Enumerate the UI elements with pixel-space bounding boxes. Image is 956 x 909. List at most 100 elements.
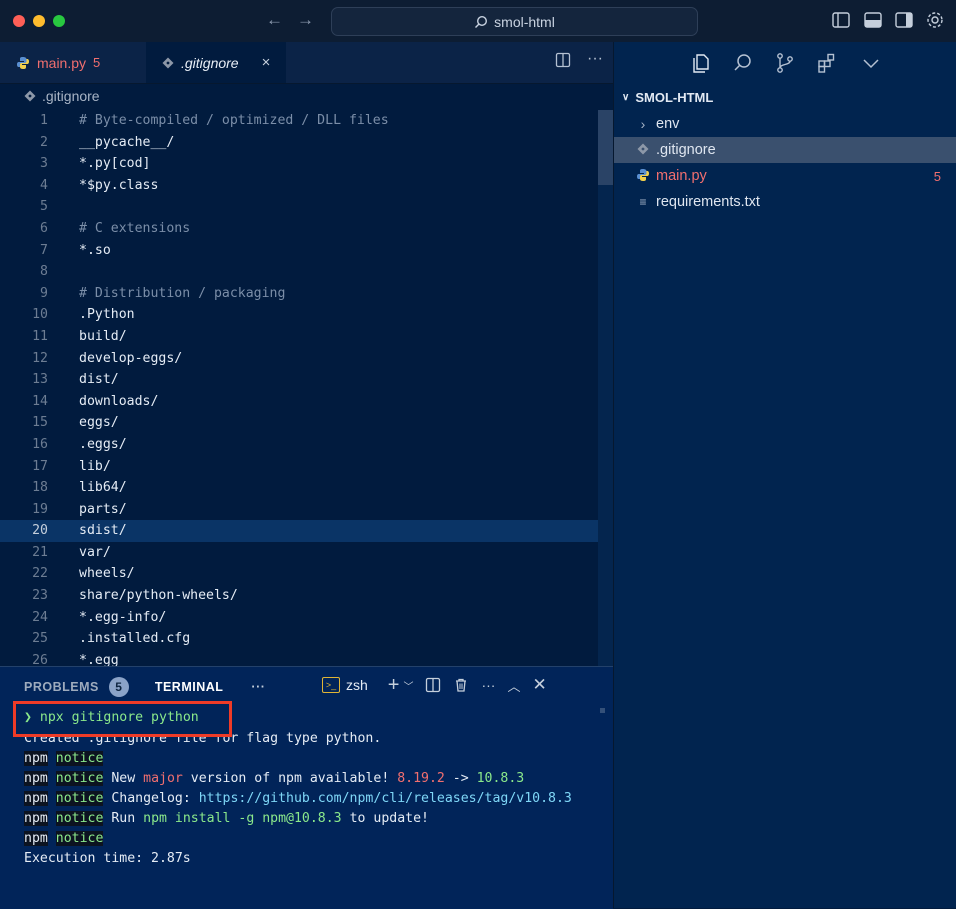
terminal-more-icon[interactable]: ··· (481, 677, 495, 693)
line-number: 10 (32, 307, 48, 323)
code-line[interactable]: 8 (0, 261, 598, 283)
tree-item-requirements[interactable]: ≡ requirements.txt (614, 189, 956, 215)
search-icon[interactable] (732, 52, 754, 74)
code-line[interactable]: 5 (0, 196, 598, 218)
tab-gitignore[interactable]: .gitignore × (146, 42, 286, 83)
tab-terminal[interactable]: TERMINAL (155, 680, 224, 694)
line-number: 18 (32, 480, 48, 496)
more-actions-icon[interactable]: ··· (587, 51, 603, 68)
code-line[interactable]: 11 build/ (0, 326, 598, 348)
editor-scrollbar[interactable] (598, 110, 613, 666)
code-line[interactable]: 2 __pycache__/ (0, 132, 598, 154)
code-line[interactable]: 24 *.egg-info/ (0, 607, 598, 629)
terminal-scroll-indicator (600, 708, 605, 713)
code-line[interactable]: 18 lib64/ (0, 477, 598, 499)
code-text: lib64/ (79, 480, 127, 496)
code-line[interactable]: 6 # C extensions (0, 218, 598, 240)
code-line[interactable]: 4 *$py.class (0, 175, 598, 197)
toggle-primary-sidebar-icon[interactable] (831, 10, 851, 30)
files-icon[interactable] (690, 52, 712, 74)
code-line[interactable]: 16 .eggs/ (0, 434, 598, 456)
breadcrumb-file[interactable]: .gitignore (42, 88, 100, 104)
split-terminal-icon[interactable] (425, 677, 441, 693)
editor-tab-bar: main.py 5 .gitignore × ··· (0, 42, 613, 84)
code-text: var/ (79, 544, 111, 560)
tree-item-label: env (656, 116, 680, 132)
code-text: eggs/ (79, 415, 119, 431)
code-line[interactable]: 3 *.py[cod] (0, 153, 598, 175)
terminal-line: npm notice (24, 831, 104, 846)
code-line[interactable]: 26 *.egg (0, 650, 598, 666)
line-number: 7 (40, 242, 48, 258)
code-line[interactable]: 23 share/python-wheels/ (0, 585, 598, 607)
line-number: 1 (40, 113, 48, 128)
text-lines-icon: ≡ (639, 195, 647, 209)
code-text: *$py.class (79, 177, 159, 193)
panel-more-icon[interactable]: ··· (251, 680, 265, 694)
tab-problems[interactable]: PROBLEMS 5 (24, 677, 129, 697)
terminal-shell-selector[interactable]: >_ zsh (322, 677, 368, 693)
sidebar-view-switcher (614, 42, 956, 84)
gear-icon[interactable] (925, 10, 945, 30)
close-panel-icon[interactable]: ✕ (533, 675, 547, 695)
terminal-line: npm notice (24, 751, 104, 766)
code-text: .Python (79, 307, 135, 323)
line-number: 6 (40, 220, 48, 236)
code-text: dist/ (79, 372, 119, 388)
code-line[interactable]: 7 *.so (0, 240, 598, 262)
new-terminal-icon[interactable]: + (388, 675, 400, 695)
changelog-link[interactable]: https://github.com/npm/cli/releases/tag/… (199, 791, 572, 806)
tab-main-py[interactable]: main.py 5 (0, 42, 146, 83)
extensions-icon[interactable] (816, 52, 838, 74)
tree-item-gitignore[interactable]: .gitignore (614, 137, 956, 163)
line-number: 23 (32, 588, 48, 604)
toggle-panel-icon[interactable] (863, 10, 883, 30)
trash-icon[interactable] (453, 677, 469, 693)
code-line[interactable]: 22 wheels/ (0, 563, 598, 585)
chevron-down-icon[interactable]: ﹀ (403, 678, 413, 693)
toggle-secondary-sidebar-icon[interactable] (894, 10, 914, 30)
code-line[interactable]: 19 parts/ (0, 499, 598, 521)
code-text: build/ (79, 328, 127, 344)
tree-item-env[interactable]: › env (614, 111, 956, 137)
forward-arrow-icon[interactable]: → (297, 10, 314, 30)
terminal-icon: >_ (322, 677, 340, 693)
back-arrow-icon[interactable]: ← (266, 10, 283, 30)
code-line[interactable]: 1 # Byte-compiled / optimized / DLL files (0, 110, 598, 132)
line-number: 3 (40, 156, 48, 172)
split-editor-icon[interactable] (555, 52, 571, 68)
code-line[interactable]: 21 var/ (0, 542, 598, 564)
code-line[interactable]: 15 eggs/ (0, 412, 598, 434)
code-text: sdist/ (79, 523, 127, 539)
window-title: smol-html (494, 13, 555, 30)
code-line[interactable]: 12 develop-eggs/ (0, 348, 598, 370)
maximize-panel-icon[interactable]: ︿ (507, 676, 520, 695)
close-tab-button[interactable]: × (262, 54, 271, 71)
code-line[interactable]: 14 downloads/ (0, 391, 598, 413)
source-control-icon[interactable] (774, 52, 796, 74)
editor-scrollbar-thumb[interactable] (598, 110, 613, 185)
code-text: *.py[cod] (79, 156, 151, 172)
explorer-folder-header[interactable]: ∨ SMOL-HTML (622, 90, 713, 105)
minimize-window-button[interactable] (33, 15, 45, 27)
code-line[interactable]: 13 dist/ (0, 369, 598, 391)
code-line[interactable]: 25 .installed.cfg (0, 628, 598, 650)
code-text: .eggs/ (79, 436, 127, 452)
zoom-window-button[interactable] (53, 15, 65, 27)
tree-item-main-py[interactable]: main.py 5 (614, 163, 956, 189)
title-bar: ← → smol-html (0, 0, 956, 43)
close-window-button[interactable] (13, 15, 25, 27)
problem-count-badge: 5 (93, 55, 101, 70)
code-line[interactable]: 20 sdist/ (0, 520, 598, 542)
chevron-down-icon[interactable] (860, 52, 882, 74)
code-text: develop-eggs/ (79, 350, 183, 366)
code-text: # Distribution / packaging (79, 285, 286, 301)
code-text: wheels/ (79, 566, 135, 582)
code-line[interactable]: 9 # Distribution / packaging (0, 283, 598, 305)
code-line[interactable]: 10 .Python (0, 304, 598, 326)
breadcrumb[interactable]: .gitignore (24, 88, 100, 104)
command-center-search[interactable]: smol-html (331, 7, 698, 36)
code-line[interactable]: 17 lib/ (0, 456, 598, 478)
code-editor[interactable]: 1 # Byte-compiled / optimized / DLL files… (0, 110, 598, 666)
git-diamond-icon (637, 143, 649, 154)
